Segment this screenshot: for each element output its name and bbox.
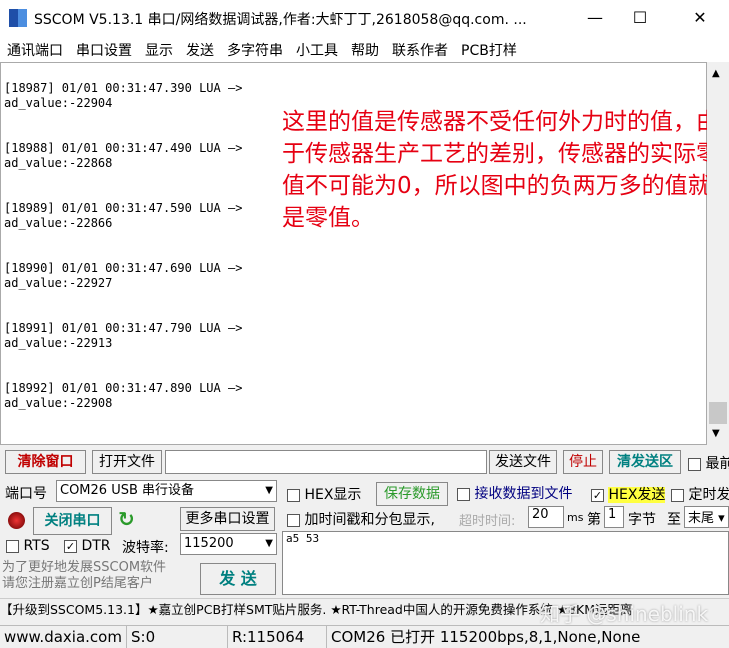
log-value: ad_value:-22908 [4, 396, 113, 410]
app-icon [9, 9, 27, 27]
file-path-input[interactable] [165, 450, 487, 474]
timed-send-checkbox[interactable]: 定时发 [671, 484, 729, 504]
hex-send-checkbox[interactable]: ✓ HEX发送 [591, 484, 666, 504]
save-data-button[interactable]: 保存数据 [376, 482, 448, 506]
log-header: [18990] 01/01 00:31:47.690 LUA —> [4, 261, 243, 275]
maximize-button[interactable]: ☐ [620, 4, 660, 32]
log-value: ad_value:-22913 [4, 336, 113, 350]
menu-help[interactable]: 帮助 [344, 36, 385, 62]
clear-window-button[interactable]: 清除窗口 [5, 450, 86, 474]
status-port: COM26 已打开 115200bps,8,1,None,None [326, 626, 640, 648]
dtr-checkbox[interactable]: ✓ DTR [64, 538, 111, 554]
log-value: ad_value:-22866 [4, 216, 113, 230]
menu-tools[interactable]: 小工具 [289, 36, 344, 62]
stop-button[interactable]: 停止 [563, 450, 603, 474]
vertical-scrollbar[interactable]: ▲ ▼ [707, 62, 729, 445]
log-header: [18987] 01/01 00:31:47.390 LUA —> [4, 81, 243, 95]
log-entry: [18990] 01/01 00:31:47.690 LUA —> ad_valu… [4, 261, 242, 291]
minimize-button[interactable]: — [575, 4, 615, 32]
log-entry: [18987] 01/01 00:31:47.390 LUA —> ad_valu… [4, 81, 242, 111]
menu-display[interactable]: 显示 [138, 36, 179, 62]
menu-pcb[interactable]: PCB打样 [454, 36, 523, 62]
status-received: R:115064 [227, 626, 304, 648]
more-settings-button[interactable]: 更多串口设置 [180, 507, 275, 531]
send-input[interactable]: a5 53 [282, 531, 729, 595]
nth-label: 第 [587, 512, 601, 528]
port-label: 端口号 [5, 486, 47, 502]
close-button[interactable]: ✕ [680, 4, 720, 32]
log-value: ad_value:-22904 [4, 96, 113, 110]
log-header: [18989] 01/01 00:31:47.590 LUA —> [4, 201, 243, 215]
timeout-input[interactable]: 20 [528, 506, 564, 528]
timestamp-checkbox[interactable]: 加时间戳和分包显示, [287, 509, 435, 529]
baud-select[interactable]: 115200 ▼ [180, 533, 277, 555]
log-header: [18991] 01/01 00:31:47.790 LUA —> [4, 321, 243, 335]
status-sent: S:0 [126, 626, 155, 648]
rts-checkbox[interactable]: RTS [6, 538, 50, 554]
menu-serial-settings[interactable]: 串口设置 [69, 36, 138, 62]
log-entry: [18988] 01/01 00:31:47.490 LUA —> ad_valu… [4, 141, 242, 171]
log-value: ad_value:-22868 [4, 156, 113, 170]
log-entry: [18992] 01/01 00:31:47.890 LUA —> ad_valu… [4, 381, 242, 411]
log-header: [18988] 01/01 00:31:47.490 LUA —> [4, 141, 243, 155]
scroll-down-icon[interactable]: ▼ [712, 428, 720, 439]
menu-send[interactable]: 发送 [179, 36, 220, 62]
send-file-button[interactable]: 发送文件 [489, 450, 557, 474]
log-value: ad_value:-22927 [4, 276, 113, 290]
to-label: 至 [667, 512, 681, 528]
log-entry: [18991] 01/01 00:31:47.790 LUA —> ad_valu… [4, 321, 242, 351]
byte-label: 字节 [628, 512, 656, 528]
ms-label: ms [567, 511, 584, 524]
open-file-button[interactable]: 打开文件 [92, 450, 162, 474]
topmost-checkbox[interactable]: 最前 [688, 453, 729, 473]
port-select[interactable]: COM26 USB 串行设备 ▼ [56, 480, 277, 502]
scroll-thumb[interactable] [709, 402, 727, 424]
close-port-button[interactable]: 关闭串口 [33, 507, 112, 535]
annotation-text: 这里的值是传感器不受任何外力时的值，由于传感器生产工艺的差别，传感器的实际零值不… [282, 109, 719, 231]
end-select[interactable]: 末尾 ▾ [684, 506, 729, 528]
baud-label: 波特率: [122, 540, 169, 556]
send-button[interactable]: 发 送 [200, 563, 276, 595]
watermark: 知乎 @shineblink [540, 602, 709, 626]
byte-from-input[interactable]: 1 [604, 506, 624, 528]
log-header: [18992] 01/01 00:31:47.890 LUA —> [4, 381, 243, 395]
hex-display-checkbox[interactable]: HEX显示 [287, 484, 361, 504]
menu-contact[interactable]: 联系作者 [385, 36, 454, 62]
refresh-icon[interactable]: ↻ [118, 507, 135, 531]
menu-multi-string[interactable]: 多字符串 [220, 36, 289, 62]
window-title: SSCOM V5.13.1 串口/网络数据调试器,作者:大虾丁丁,2618058… [34, 12, 527, 28]
log-entry: [18989] 01/01 00:31:47.590 LUA —> ad_valu… [4, 201, 242, 231]
status-bar: www.daxia.com S:0 R:115064 COM26 已打开 115… [0, 625, 729, 648]
menu-comm-port[interactable]: 通讯端口 [0, 36, 69, 62]
menu-bar: 通讯端口 串口设置 显示 发送 多字符串 小工具 帮助 联系作者 PCB打样 [0, 36, 729, 62]
title-bar: SSCOM V5.13.1 串口/网络数据调试器,作者:大虾丁丁,2618058… [0, 0, 729, 36]
recv-to-file-checkbox[interactable]: 接收数据到文件 [457, 483, 572, 503]
clear-send-button[interactable]: 清发送区 [609, 450, 681, 474]
scroll-up-icon[interactable]: ▲ [712, 68, 720, 79]
promo-text[interactable]: 为了更好地发展SSCOM软件 请您注册嘉立创P结尾客户 [2, 560, 166, 592]
port-status-led-icon [8, 512, 25, 529]
timeout-label: 超时时间: [459, 514, 516, 529]
status-site[interactable]: www.daxia.com [0, 626, 122, 648]
